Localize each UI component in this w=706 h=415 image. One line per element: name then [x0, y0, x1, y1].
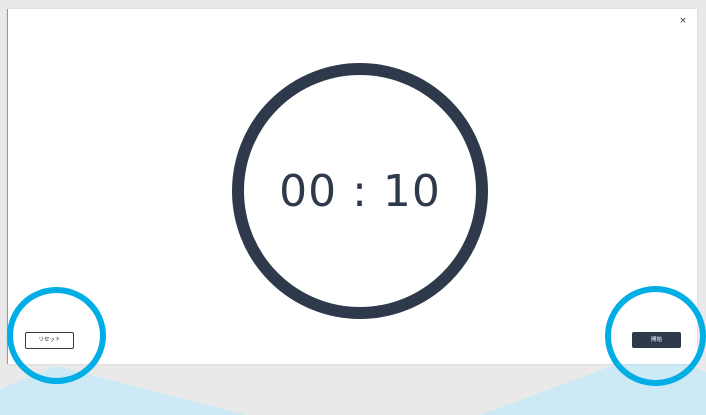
timer-display: 00 : 10: [279, 165, 441, 217]
timer-ring: 00 : 10: [232, 63, 488, 319]
close-icon[interactable]: ×: [677, 15, 689, 27]
start-highlight-circle: [605, 286, 706, 386]
reset-highlight-circle: [7, 287, 106, 384]
timer-dialog: × 00 : 10 リセット 開始: [7, 9, 697, 364]
